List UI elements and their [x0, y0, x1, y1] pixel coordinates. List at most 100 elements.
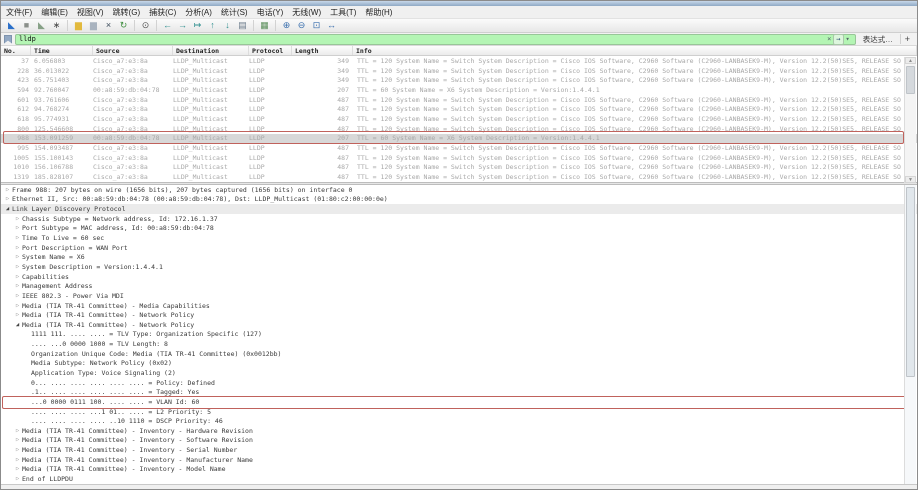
detail-tree-row[interactable]: 1111 111. .... .... = TLV Type: Organiza… — [1, 330, 917, 340]
detail-tree-row[interactable]: .... .... .... ...1 01.. .... = L2 Prior… — [1, 407, 917, 417]
filter-clear-icon[interactable]: × — [825, 35, 833, 44]
display-filter-input[interactable]: lldp × → ▾ — [15, 34, 856, 45]
detail-tree-row[interactable]: ▷ Media (TIA TR-41 Committee) - Inventor… — [1, 455, 917, 465]
detail-tree-row[interactable]: 0... .... .... .... .... .... = Policy: … — [1, 378, 917, 388]
detail-tree-row[interactable]: ▷ Frame 988: 207 bytes on wire (1656 bit… — [1, 185, 917, 195]
packet-row[interactable]: 37 6.056803 Cisco_a7:e3:8a LLDP_Multicas… — [1, 56, 917, 66]
zoom-in-icon[interactable]: ⊕ — [280, 19, 293, 32]
packet-row[interactable]: 612 94.768274 Cisco_a7:e3:8a LLDP_Multic… — [1, 104, 917, 114]
column-header-no[interactable]: No. — [1, 46, 31, 55]
menu-item[interactable]: 统计(S) — [221, 7, 248, 18]
detail-tree-row[interactable]: .1.. .... .... .... .... .... = Tagged: … — [1, 387, 917, 397]
scroll-down-icon[interactable]: ▼ — [905, 176, 916, 183]
detail-tree-row[interactable]: .... ...0 0000 1000 = TLV Length: 8 — [1, 339, 917, 349]
tree-toggle-icon[interactable]: ▷ — [13, 245, 22, 251]
capture-options-icon[interactable]: ∗ — [50, 19, 63, 32]
detail-tree-row[interactable]: ▷ Time To Live = 60 sec — [1, 233, 917, 243]
detail-scroll-thumb[interactable] — [906, 187, 915, 377]
detail-tree-row[interactable]: ▷ Port Subtype = MAC address, Id: 00:a8:… — [1, 224, 917, 234]
menu-item[interactable]: 编辑(E) — [41, 7, 68, 18]
packet-row[interactable]: 423 65.751403 Cisco_a7:e3:8a LLDP_Multic… — [1, 75, 917, 85]
filter-apply-icon[interactable]: → — [833, 34, 843, 45]
detail-tree-row[interactable]: ▷ System Description = Version:1.4.4.1 — [1, 262, 917, 272]
tree-toggle-icon[interactable]: ▷ — [13, 283, 22, 289]
detail-tree-row[interactable]: ...0 0000 0111 100. .... .... = VLAN Id:… — [1, 397, 917, 407]
go-to-packet-icon[interactable]: ↦ — [191, 19, 204, 32]
packet-row[interactable]: 988 153.091259 00:a8:59:db:04:78 LLDP_Mu… — [1, 134, 917, 144]
detail-tree-row[interactable]: ▷ Media (TIA TR-41 Committee) - Media Ca… — [1, 301, 917, 311]
go-back-icon[interactable]: ← — [161, 19, 174, 32]
packet-row[interactable]: 601 93.761606 Cisco_a7:e3:8a LLDP_Multic… — [1, 95, 917, 105]
menu-item[interactable]: 电话(Y) — [257, 7, 284, 18]
column-header-protocol[interactable]: Protocol — [249, 46, 292, 55]
resize-columns-icon[interactable]: ↔ — [325, 19, 338, 32]
add-filter-button[interactable]: + — [900, 34, 914, 44]
find-packet-icon[interactable]: ⊙ — [139, 19, 152, 32]
detail-tree-row[interactable]: ▷ Chassis Subtype = Network address, Id:… — [1, 214, 917, 224]
menu-item[interactable]: 工具(T) — [330, 7, 356, 18]
column-header-length[interactable]: Length — [292, 46, 353, 55]
tree-toggle-icon[interactable]: ▷ — [13, 447, 22, 453]
go-forward-icon[interactable]: → — [176, 19, 189, 32]
tree-toggle-icon[interactable]: ▷ — [13, 476, 22, 482]
detail-tree-row[interactable]: ▷ IEEE 802.3 - Power Via MDI — [1, 291, 917, 301]
column-header-source[interactable]: Source — [93, 46, 173, 55]
expression-button[interactable]: 表达式… — [859, 34, 897, 45]
go-to-top-icon[interactable]: ↑ — [206, 19, 219, 32]
detail-tree-row[interactable]: ▷ Ethernet II, Src: 00:a8:59:db:04:78 (0… — [1, 195, 917, 205]
detail-tree-row[interactable]: Organization Unique Code: Media (TIA TR-… — [1, 349, 917, 359]
tree-toggle-icon[interactable]: ▷ — [13, 225, 22, 231]
detail-tree-row[interactable]: Media Subtype: Network Policy (0x02) — [1, 359, 917, 369]
scroll-up-icon[interactable]: ▲ — [905, 57, 916, 64]
filter-bookmark-icon[interactable] — [4, 35, 12, 44]
detail-tree-row[interactable]: ▷ System Name = X6 — [1, 252, 917, 262]
menu-item[interactable]: 无线(W) — [292, 7, 321, 18]
column-header-time[interactable]: Time — [31, 46, 93, 55]
tree-toggle-icon[interactable]: ◢ — [3, 206, 12, 212]
column-header-info[interactable]: Info — [353, 46, 917, 55]
menu-item[interactable]: 视图(V) — [77, 7, 104, 18]
detail-tree-row[interactable]: ▷ End of LLDPDU — [1, 474, 917, 484]
packet-row[interactable]: 995 154.093487 Cisco_a7:e3:8a LLDP_Multi… — [1, 143, 917, 153]
tree-toggle-icon[interactable]: ▷ — [13, 254, 22, 260]
tree-toggle-icon[interactable]: ▷ — [13, 235, 22, 241]
tree-toggle-icon[interactable]: ▷ — [13, 216, 22, 222]
tree-toggle-icon[interactable]: ▷ — [13, 303, 22, 309]
detail-pane-scrollbar[interactable] — [904, 185, 916, 484]
detail-tree-row[interactable]: ▷ Management Address — [1, 281, 917, 291]
tree-toggle-icon[interactable]: ▷ — [13, 264, 22, 270]
packet-list-scrollbar[interactable]: ▲ ▼ — [904, 57, 916, 183]
zoom-out-icon[interactable]: ⊖ — [295, 19, 308, 32]
reload-file-icon[interactable]: ↻ — [117, 19, 130, 32]
tree-toggle-icon[interactable]: ▷ — [13, 274, 22, 280]
zoom-reset-icon[interactable]: ⊡ — [310, 19, 323, 32]
packet-row[interactable]: 1010 156.106788 Cisco_a7:e3:8a LLDP_Mult… — [1, 163, 917, 173]
tree-toggle-icon[interactable]: ▷ — [13, 437, 22, 443]
restart-capture-icon[interactable]: ◣ — [35, 19, 48, 32]
start-capture-icon[interactable]: ◣ — [5, 19, 18, 32]
menu-item[interactable]: 帮助(H) — [365, 7, 392, 18]
open-file-icon[interactable]: ▆ — [72, 19, 85, 32]
packet-row[interactable]: 594 92.760047 00:a8:59:db:04:78 LLDP_Mul… — [1, 85, 917, 95]
detail-tree-row[interactable]: ▷ Media (TIA TR-41 Committee) - Inventor… — [1, 445, 917, 455]
tree-toggle-icon[interactable]: ▷ — [13, 457, 22, 463]
tree-toggle-icon[interactable]: ▷ — [13, 312, 22, 318]
packet-row[interactable]: 1005 155.100143 Cisco_a7:e3:8a LLDP_Mult… — [1, 153, 917, 163]
packet-row[interactable]: 618 95.774931 Cisco_a7:e3:8a LLDP_Multic… — [1, 114, 917, 124]
column-header-destination[interactable]: Destination — [173, 46, 249, 55]
filter-dropdown-icon[interactable]: ▾ — [844, 35, 852, 44]
detail-tree-row[interactable]: ▷ Media (TIA TR-41 Committee) - Inventor… — [1, 426, 917, 436]
close-file-icon[interactable]: × — [102, 19, 115, 32]
menu-item[interactable]: 文件(F) — [6, 7, 32, 18]
packet-list-scroll-thumb[interactable] — [906, 66, 915, 94]
menu-item[interactable]: 分析(A) — [185, 7, 212, 18]
detail-tree-row[interactable]: ▷ Media (TIA TR-41 Committee) - Inventor… — [1, 465, 917, 475]
detail-tree-row[interactable]: ▷ Port Description = WAN Port — [1, 243, 917, 253]
menu-item[interactable]: 捕获(C) — [149, 7, 176, 18]
tree-toggle-icon[interactable]: ▷ — [3, 187, 12, 193]
menu-item[interactable]: 跳转(G) — [113, 7, 141, 18]
colorize-packets-icon[interactable]: ▦ — [258, 19, 271, 32]
filter-value[interactable]: lldp — [19, 35, 825, 43]
detail-tree-row[interactable]: ▷ Capabilities — [1, 272, 917, 282]
packet-row[interactable]: 800 125.546608 Cisco_a7:e3:8a LLDP_Multi… — [1, 124, 917, 134]
